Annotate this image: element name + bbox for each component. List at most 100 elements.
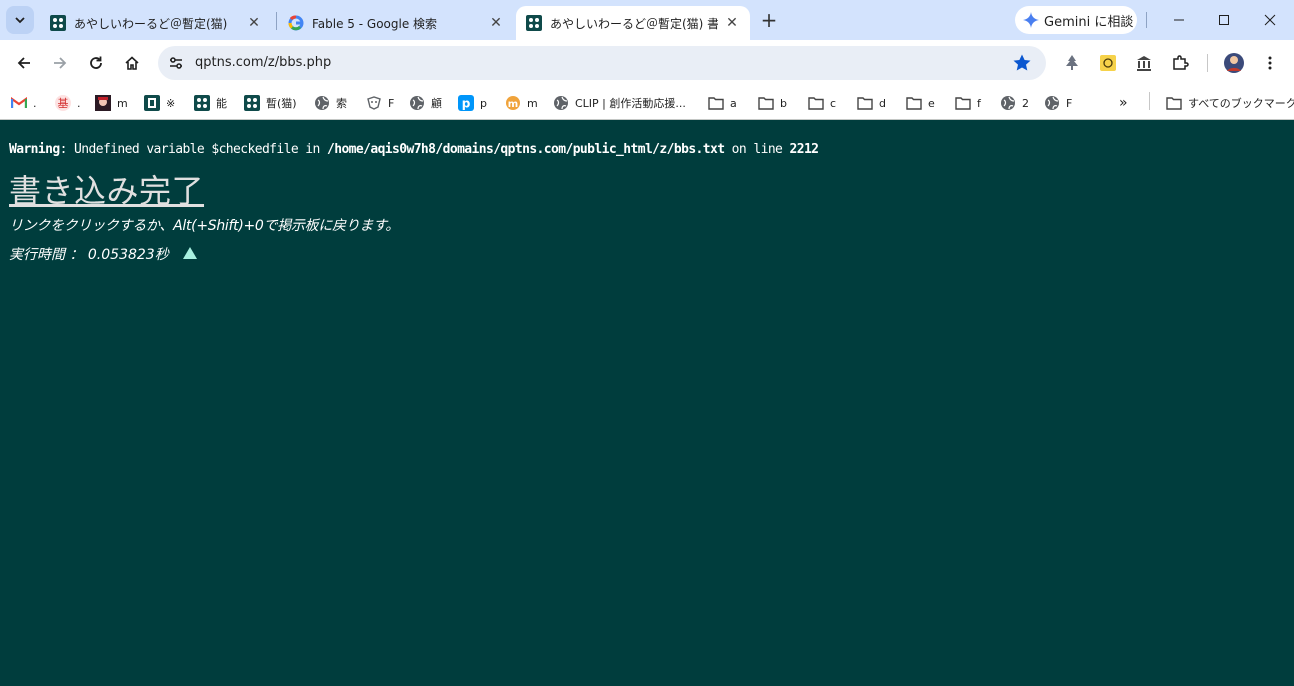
warning-on-line: on line bbox=[724, 142, 790, 157]
reload-button[interactable] bbox=[82, 49, 110, 77]
address-bar[interactable]: qptns.com/z/bbs.php bbox=[158, 46, 1046, 80]
extension-stamp-button[interactable] bbox=[1098, 53, 1118, 73]
tab-divider bbox=[276, 12, 277, 30]
bookmark-folder[interactable]: a bbox=[708, 92, 737, 114]
bookmark-label: 索 bbox=[336, 97, 347, 110]
bookmark-item[interactable]: F bbox=[366, 92, 394, 114]
bookmark-label: b bbox=[780, 96, 787, 110]
chevron-down-icon bbox=[15, 17, 25, 24]
minimize-button[interactable] bbox=[1157, 6, 1201, 34]
bookmark-item[interactable]: 顧 bbox=[409, 92, 442, 114]
home-icon bbox=[125, 56, 139, 70]
bookmark-item[interactable]: F bbox=[1044, 92, 1072, 114]
folder-icon bbox=[1166, 95, 1182, 111]
url-text[interactable]: qptns.com/z/bbs.php bbox=[195, 55, 331, 70]
gemini-sparkle-icon bbox=[1023, 12, 1039, 28]
gemini-label: Gemini に相談 bbox=[1044, 14, 1134, 30]
tab-3-active[interactable]: あやしいわーるど＠暫定(猫) 書き込み完了 ✕ bbox=[516, 6, 750, 40]
bookmark-folder[interactable]: f bbox=[955, 92, 981, 114]
up-triangle-icon bbox=[183, 247, 197, 259]
bookmark-label: 2 bbox=[1022, 96, 1029, 110]
all-bookmarks-button[interactable]: すべてのブックマーク bbox=[1166, 92, 1294, 114]
tab-search-button[interactable] bbox=[6, 6, 34, 34]
bookmark-folder[interactable]: d bbox=[857, 92, 886, 114]
avatar-icon bbox=[95, 95, 111, 111]
extensions-button[interactable] bbox=[1170, 53, 1190, 73]
extension-building-button[interactable] bbox=[1134, 53, 1154, 73]
maximize-button[interactable] bbox=[1202, 6, 1246, 34]
close-tab-icon[interactable]: ✕ bbox=[246, 15, 262, 31]
bookmark-item[interactable]: 能 bbox=[194, 92, 227, 114]
tree-icon bbox=[1066, 55, 1078, 70]
globe-icon bbox=[1000, 95, 1016, 111]
bookmark-label: . bbox=[77, 96, 81, 110]
bookmark-folder[interactable]: c bbox=[808, 92, 836, 114]
bookmark-label: m bbox=[117, 96, 128, 110]
folder-icon bbox=[808, 95, 824, 111]
site-icon bbox=[194, 95, 210, 111]
bookmark-item[interactable]: 基 . bbox=[55, 92, 81, 114]
svg-text:基: 基 bbox=[58, 97, 69, 110]
divider bbox=[1146, 12, 1147, 28]
bookmark-folder[interactable]: e bbox=[906, 92, 935, 114]
return-hint: リンクをクリックするか、Alt(+Shift)+0で掲示板に戻ります。 bbox=[9, 218, 400, 234]
stamp-icon bbox=[1100, 55, 1116, 71]
site-favicon-icon bbox=[526, 15, 542, 31]
bookmark-folder[interactable]: b bbox=[758, 92, 787, 114]
close-tab-icon[interactable]: ✕ bbox=[724, 15, 740, 31]
site-favicon-icon bbox=[50, 15, 66, 31]
bookmark-item[interactable]: 2 bbox=[1000, 92, 1029, 114]
folder-icon bbox=[758, 95, 774, 111]
site-icon bbox=[144, 95, 160, 111]
bookmark-label: 顧 bbox=[431, 97, 442, 110]
tab-1[interactable]: あやしいわーるど＠暫定(猫) ✕ bbox=[40, 6, 272, 40]
misskey-icon: m bbox=[505, 95, 521, 111]
tab-title: あやしいわーるど＠暫定(猫) 書き込み完了 bbox=[550, 16, 718, 31]
site-icon bbox=[244, 95, 260, 111]
browser-menu-button[interactable] bbox=[1260, 53, 1280, 73]
tab-2[interactable]: Fable 5 - Google 検索 ✕ bbox=[278, 6, 514, 40]
bookmark-item[interactable]: 暫(猫) bbox=[244, 92, 297, 114]
forward-button[interactable] bbox=[46, 49, 74, 77]
bookmark-star-icon[interactable] bbox=[1012, 53, 1032, 73]
bookmark-item[interactable]: 索 bbox=[314, 92, 347, 114]
bookmarks-overflow-button[interactable]: » bbox=[1119, 92, 1128, 114]
folder-icon bbox=[857, 95, 873, 111]
back-button[interactable] bbox=[10, 49, 38, 77]
folder-icon bbox=[906, 95, 922, 111]
warning-path: /home/aqis0w7h8/domains/qptns.com/public… bbox=[326, 142, 725, 157]
php-warning: Warning: Undefined variable $checkedfile… bbox=[9, 142, 820, 157]
globe-icon bbox=[409, 95, 425, 111]
new-tab-button[interactable]: + bbox=[758, 8, 780, 32]
bookmark-item[interactable]: m bbox=[95, 92, 128, 114]
gmail-icon bbox=[11, 95, 27, 111]
bookmark-item[interactable]: m m bbox=[505, 92, 538, 114]
close-tab-icon[interactable]: ✕ bbox=[488, 15, 504, 31]
warning-line-number: 2212 bbox=[789, 142, 820, 157]
warning-label: Warning bbox=[9, 142, 60, 157]
avatar bbox=[1224, 53, 1244, 73]
globe-icon bbox=[553, 95, 569, 111]
write-complete-link[interactable]: 書き込み完了 bbox=[9, 166, 204, 212]
close-window-button[interactable] bbox=[1248, 6, 1292, 34]
scroll-to-top-link[interactable] bbox=[182, 245, 198, 261]
profile-avatar-button[interactable] bbox=[1223, 52, 1245, 74]
bookmark-item[interactable]: ※ bbox=[144, 92, 175, 114]
globe-icon bbox=[314, 95, 330, 111]
bookmark-label: f bbox=[977, 96, 981, 110]
home-button[interactable] bbox=[118, 49, 146, 77]
gemini-button[interactable]: Gemini に相談 bbox=[1015, 6, 1137, 34]
bookmark-item[interactable]: CLIP | 創作活動応援... bbox=[553, 92, 686, 114]
extension-tree-button[interactable] bbox=[1062, 53, 1082, 73]
site-info-button[interactable] bbox=[166, 53, 186, 73]
folder-icon bbox=[708, 95, 724, 111]
minimize-icon bbox=[1174, 19, 1184, 21]
bookmark-item[interactable]: . bbox=[11, 92, 37, 114]
page-content: Warning: Undefined variable $checkedfile… bbox=[0, 121, 1294, 686]
bookmark-label: F bbox=[388, 96, 395, 110]
bookmark-label: e bbox=[928, 96, 935, 110]
tune-icon bbox=[170, 57, 182, 69]
folder-icon bbox=[955, 95, 971, 111]
bookmark-label: 能 bbox=[216, 97, 227, 110]
bookmark-item[interactable]: p p bbox=[458, 92, 487, 114]
